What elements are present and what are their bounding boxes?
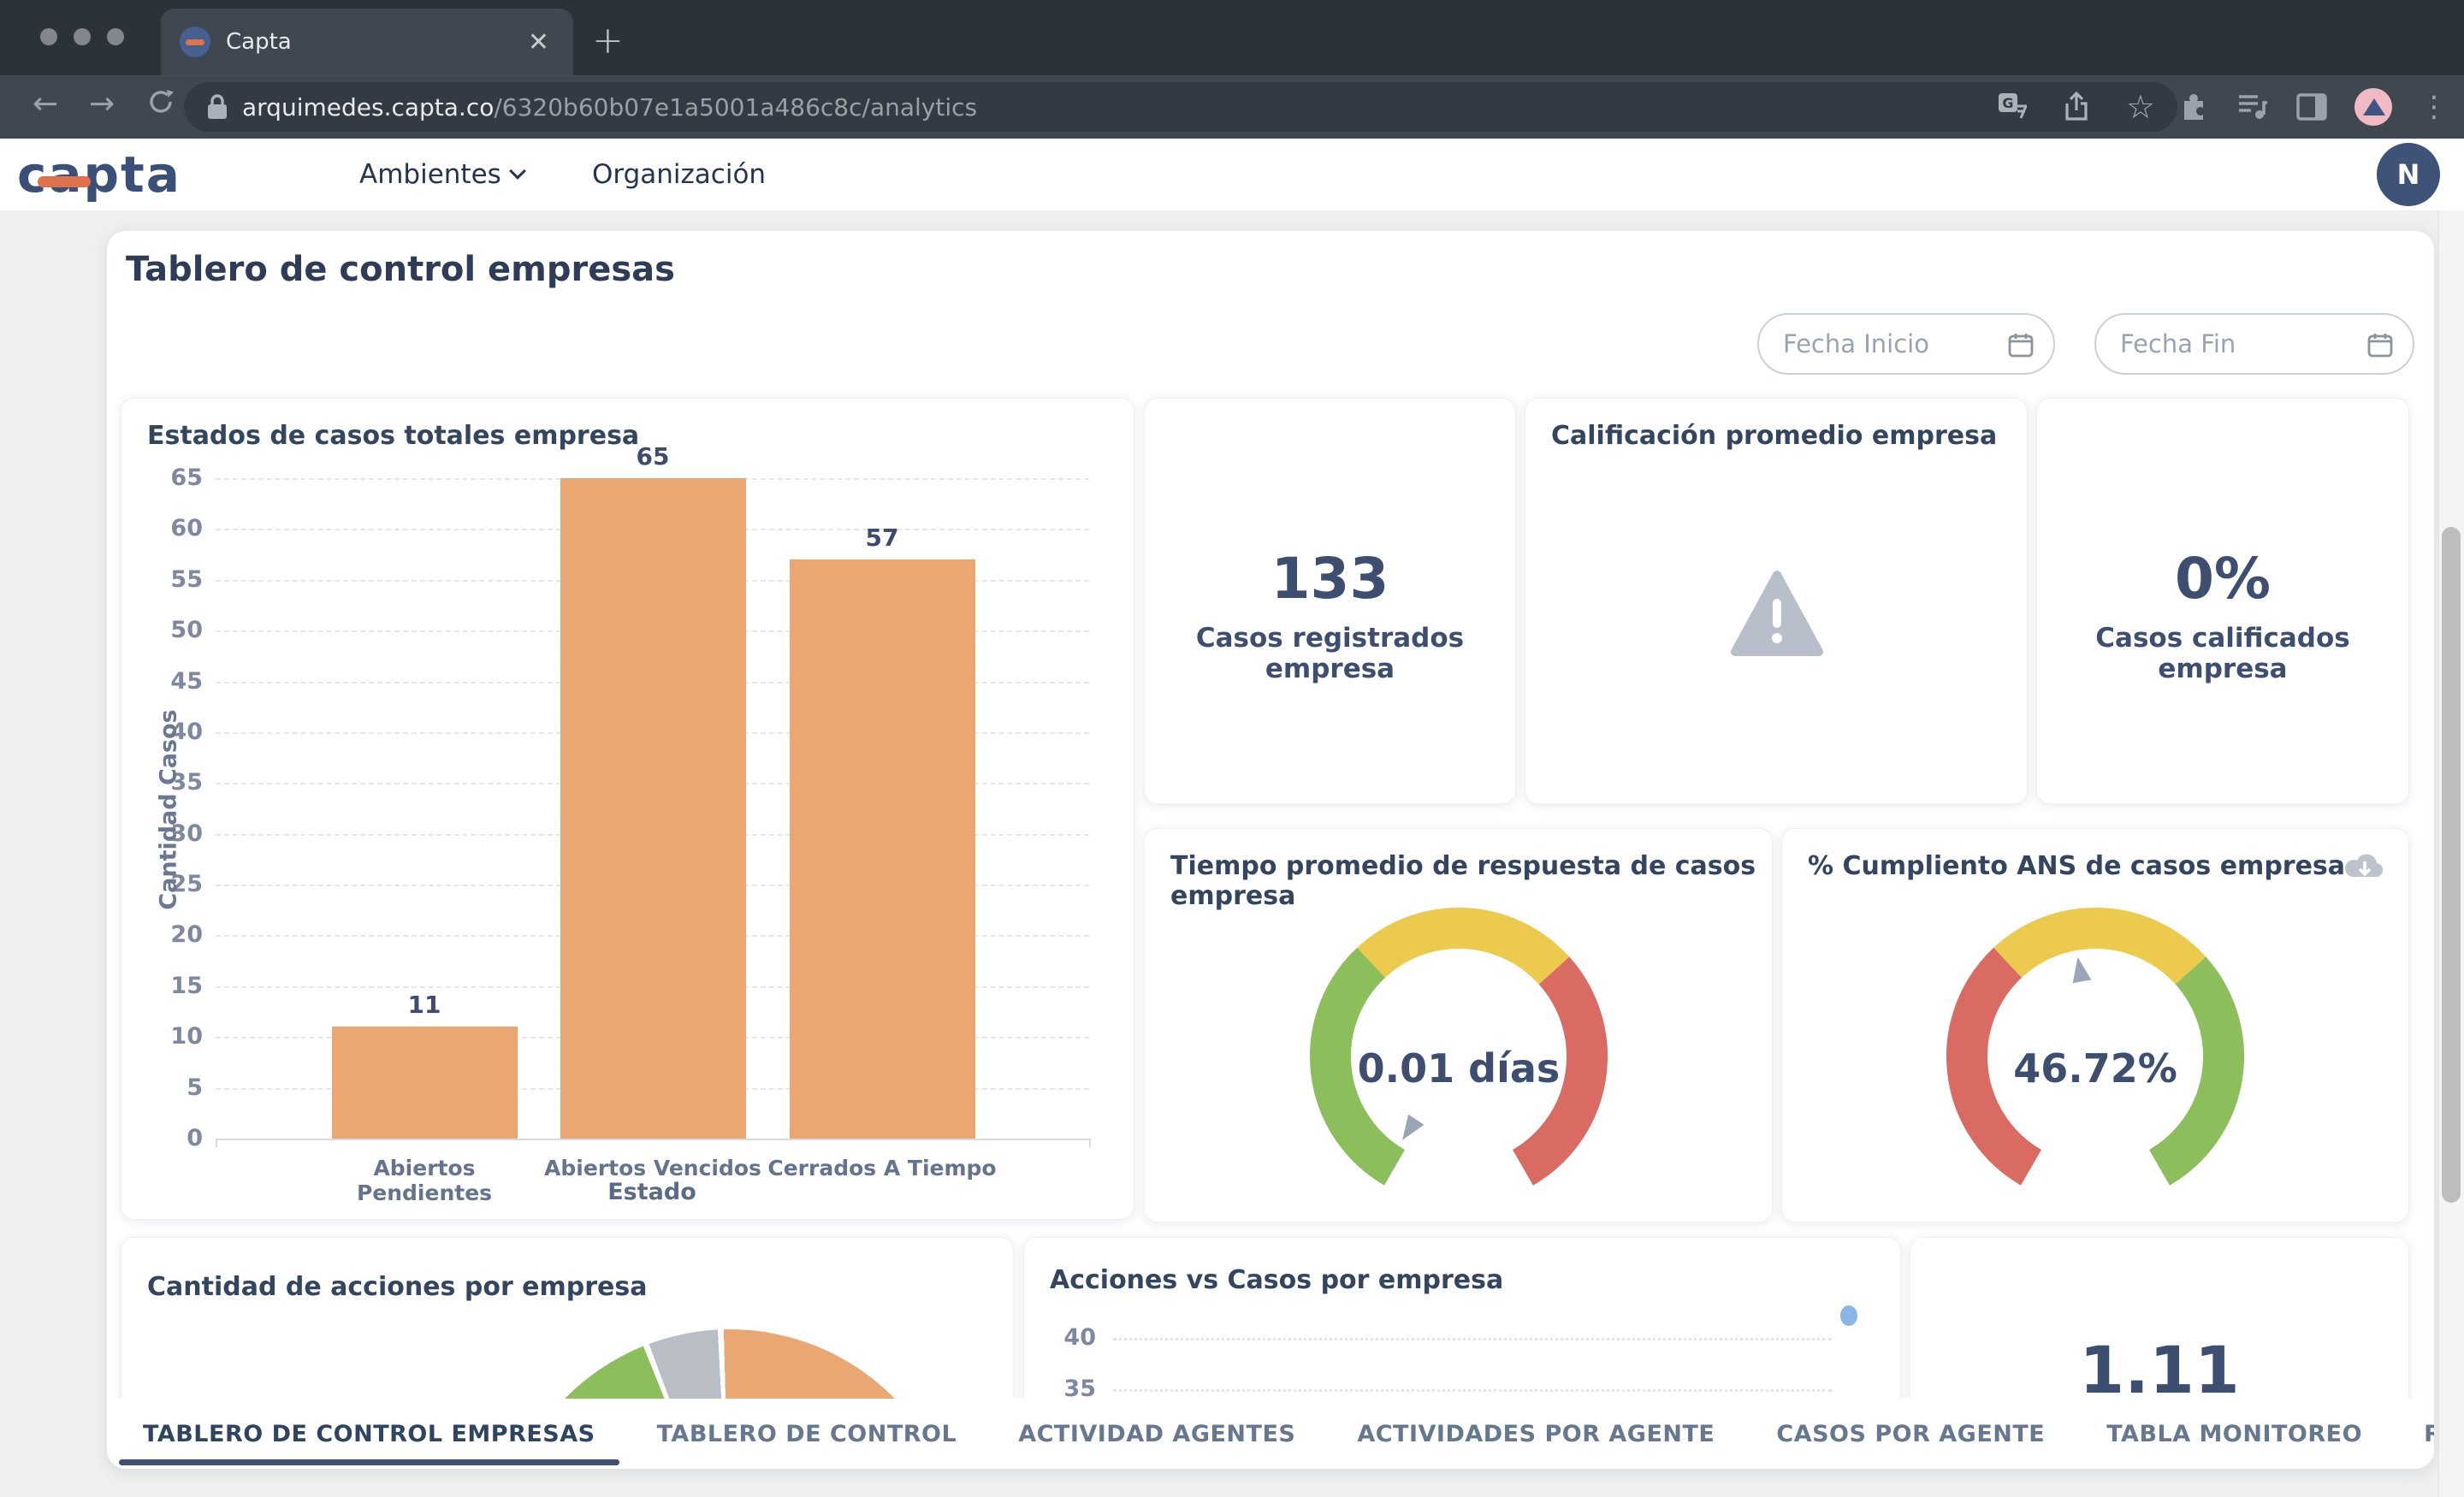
- bar-chart-card: Estados de casos totales empresa 0510152…: [121, 398, 1134, 1220]
- rating-card: Calificación promedio empresa: [1525, 398, 2028, 804]
- main-content: Tablero de control empresas Estados de c…: [0, 210, 2464, 1497]
- bar-chart-xlabel: Estado: [541, 1179, 763, 1205]
- bar-abiertos-vencidos: [560, 478, 746, 1139]
- gauge-needle: [2069, 956, 2092, 983]
- browser-profile-avatar[interactable]: [2354, 88, 2392, 126]
- nav-organizacion[interactable]: Organización: [592, 159, 766, 190]
- calendar-icon[interactable]: [2366, 331, 2394, 358]
- browser-menu-icon[interactable]: ⋮: [2420, 90, 2449, 124]
- rating-card-title: Calificación promedio empresa: [1551, 421, 1997, 451]
- tab-resumen-global[interactable]: RESUMEN GLOBAL: [2424, 1399, 2434, 1469]
- logo-link-bar: [38, 176, 91, 187]
- gauge-1-value: 0.01 días: [1357, 1045, 1560, 1092]
- address-bar[interactable]: arquimedes.capta.co/6320b60b07e1a5001a48…: [184, 82, 2177, 132]
- calendar-icon[interactable]: [2007, 331, 2035, 358]
- ans-gauge-card: % Cumpliento ANS de casos empresa 46.72%: [1781, 828, 2409, 1222]
- bar-chart-ylabel: Cantidad Casos: [156, 673, 182, 947]
- kpi-ratio-value: 1.11: [1910, 1332, 2408, 1408]
- tab-actividad-agentes[interactable]: ACTIVIDAD AGENTES: [1018, 1399, 1295, 1469]
- tab-actividades-por-agente[interactable]: ACTIVIDADES POR AGENTE: [1357, 1399, 1715, 1469]
- kpi-qualified-value: 0%: [2037, 546, 2408, 612]
- dashboard-panel: Tablero de control empresas Estados de c…: [107, 231, 2434, 1469]
- translate-icon[interactable]: G: [1998, 92, 2027, 121]
- actions-pie-title: Cantidad de acciones por empresa: [147, 1272, 648, 1302]
- url-path: /6320b60b07e1a5001a486c8c/analytics: [494, 93, 977, 121]
- bar-plot: 0510152025303540455055606511Abiertos Pen…: [121, 399, 1134, 1219]
- capta-logo[interactable]: capta: [17, 145, 181, 204]
- kpi-qualified-label: Casos calificados empresa: [2037, 623, 2408, 684]
- media-playlist-icon[interactable]: [2236, 92, 2269, 122]
- extensions-puzzle-icon[interactable]: [2178, 92, 2209, 122]
- reload-icon[interactable]: [145, 86, 176, 125]
- bottom-tab-bar: TABLERO DE CONTROL EMPRESAS TABLERO DE CO…: [107, 1399, 2434, 1469]
- date-end-input[interactable]: [2096, 315, 2413, 373]
- kpi-qualified-card: 0% Casos calificados empresa: [2036, 398, 2409, 804]
- share-icon[interactable]: [2063, 92, 2090, 122]
- url-domain: arquimedes.capta.co: [242, 93, 494, 121]
- forward-icon[interactable]: →: [89, 86, 115, 121]
- date-end-field[interactable]: [2094, 313, 2414, 375]
- page-title: Tablero de control empresas: [126, 250, 675, 289]
- warning-triangle-icon: [1730, 570, 1824, 659]
- gauge-1: 0.01 días: [1270, 877, 1647, 1219]
- window-zoom-button[interactable]: [107, 28, 124, 45]
- gauge-needle: [1394, 1115, 1423, 1145]
- browser-tab[interactable]: Capta ✕: [161, 9, 573, 75]
- nav-ambientes[interactable]: Ambientes: [359, 159, 524, 190]
- bar-cerrados-a-tiempo: [790, 559, 975, 1139]
- tab-casos-por-agente[interactable]: CASOS POR AGENTE: [1776, 1399, 2045, 1469]
- back-icon[interactable]: ←: [33, 86, 58, 121]
- download-cloud-icon[interactable]: [2345, 849, 2384, 884]
- tab-close-icon[interactable]: ✕: [523, 27, 554, 57]
- site-favicon: [180, 27, 210, 57]
- date-start-field[interactable]: [1757, 313, 2055, 375]
- scrollbar-track[interactable]: [2438, 210, 2464, 1497]
- scatter-point: [1840, 1305, 1857, 1326]
- svg-text:G: G: [2002, 95, 2013, 111]
- window-close-button[interactable]: [40, 28, 57, 45]
- response-time-gauge-card: Tiempo promedio de respuesta de casos em…: [1144, 828, 1773, 1222]
- gauge-2: 46.72%: [1907, 877, 2283, 1219]
- gauge-2-value: 46.72%: [2013, 1045, 2177, 1092]
- lock-icon: [206, 93, 228, 121]
- side-panel-icon[interactable]: [2296, 92, 2327, 122]
- chevron-down-icon: [509, 163, 526, 180]
- scrollbar-thumb[interactable]: [2442, 527, 2461, 1203]
- bookmark-star-icon[interactable]: ☆: [2126, 88, 2155, 126]
- kpi-registered-label: Casos registrados empresa: [1145, 623, 1515, 684]
- app-header: capta Ambientes Organización N: [0, 139, 2464, 210]
- browser-tab-title: Capta: [226, 29, 523, 55]
- window-minimize-button[interactable]: [74, 28, 91, 45]
- bar-abiertos-pendientes: [332, 1027, 518, 1139]
- tab-tabla-monitoreo[interactable]: TABLA MONITOREO: [2106, 1399, 2362, 1469]
- tab-tablero-de-control-empresas[interactable]: TABLERO DE CONTROL EMPRESAS: [143, 1399, 595, 1469]
- new-tab-button[interactable]: +: [592, 19, 624, 62]
- kpi-registered-value: 133: [1145, 546, 1515, 612]
- tab-tablero-de-control[interactable]: TABLERO DE CONTROL: [657, 1399, 957, 1469]
- user-avatar[interactable]: N: [2377, 143, 2440, 206]
- browser-toolbar: ← → arquimedes.capta.co/6320b60b07e1a500…: [0, 75, 2464, 139]
- browser-tabstrip: Capta ✕ +: [0, 0, 2464, 75]
- kpi-registered-card: 133 Casos registrados empresa: [1144, 398, 1516, 804]
